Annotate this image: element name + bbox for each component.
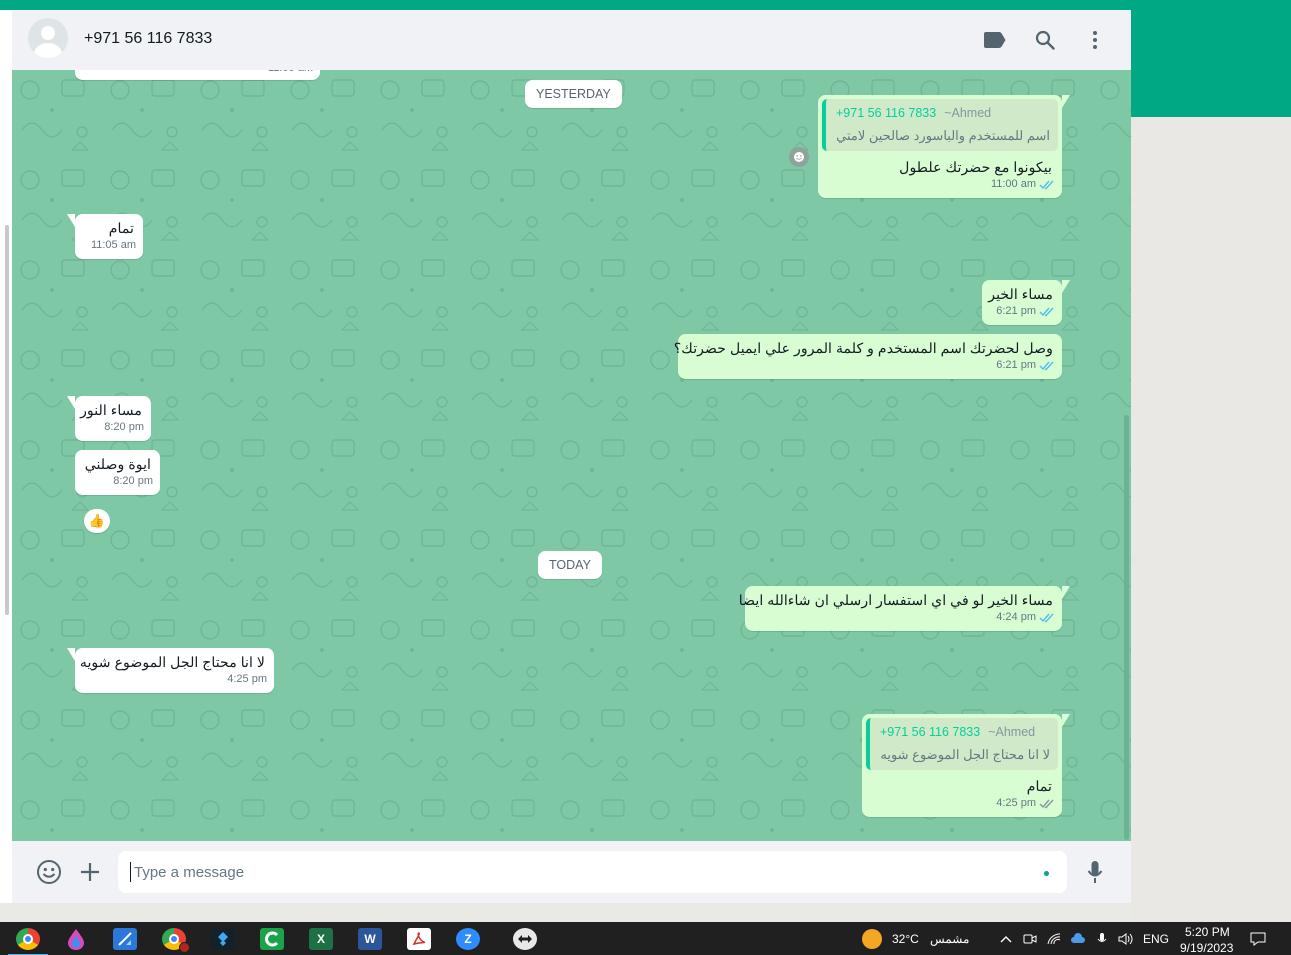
contact-name[interactable]: +971 56 116 7833 [84,30,212,48]
quoted-sender-number: +971 56 116 7833 [880,725,981,739]
message-bubble-incoming[interactable]: لا انا محتاج الجل الموضوع شويه 4:25 pm [67,648,274,693]
message-list-scrollbar[interactable] [1124,415,1129,840]
message-time: 11:00 am [268,70,313,78]
quoted-sender-name: ~Ahmed [988,725,1036,739]
message-list[interactable]: 11:00 am YESTERDAY +971 56 116 7833 ~Ahme… [12,70,1131,841]
message-bubble-incoming[interactable]: تمام 11:05 am [67,214,143,259]
quoted-text: اسم للمستخدم والباسورد صالحين لامتي [836,128,1050,143]
quoted-text: لا انا محتاج الجل الموضوع شويه [880,747,1050,762]
message-time: 11:00 am [990,178,1036,190]
message-bubble-outgoing[interactable]: وصل لحضرتك اسم المستخدم و كلمة المرور عل… [674,334,1062,379]
message-bubble-partial[interactable]: 11:00 am [75,70,320,80]
message-bubble-incoming[interactable]: مساء النور 8:20 pm [67,396,151,441]
search-icon[interactable] [1033,28,1057,52]
weather-temperature[interactable]: 32°C [892,932,919,946]
wifi-icon[interactable] [1046,931,1062,947]
message-time: 4:25 pm [996,797,1036,809]
chat-list-scrollbar[interactable] [5,225,9,615]
date-separator-today: TODAY [538,551,602,579]
clock-date[interactable]: 9/19/2023 [1180,941,1233,955]
mic-icon[interactable] [1082,859,1108,885]
message-time: 8:20 pm [104,421,144,433]
meet-now-icon[interactable] [1022,931,1038,947]
quoted-message[interactable]: +971 56 116 7833 ~Ahmed اسم للمستخدم والب… [822,99,1058,151]
date-separator-yesterday: YESTERDAY [525,80,622,108]
double-check-icon [1039,180,1054,189]
chevron-up-icon[interactable] [998,931,1014,947]
message-bubble-incoming[interactable]: ايوة وصلني 8:20 pm [75,450,160,495]
menu-icon[interactable] [1083,28,1107,52]
paint-3d-icon[interactable] [64,928,88,950]
snip-sketch-icon[interactable] [113,928,137,950]
chat-list-sliver [0,10,12,903]
double-check-icon [1039,613,1054,622]
message-bubble-outgoing[interactable]: مساء الخير لو في اي استفسار ارسلي ان شاء… [739,586,1070,631]
clock-time[interactable]: 5:20 PM [1185,925,1230,939]
microphone-icon[interactable] [1094,931,1110,947]
acrobat-icon[interactable] [407,928,431,950]
message-time: 6:21 pm [996,359,1036,371]
background-right-pane [1131,117,1291,922]
message-time: 4:25 pm [227,673,267,685]
conversation-panel: +971 56 116 7833 YESTERDAY +971 56 116 7… [12,10,1131,903]
cloud-sync-icon[interactable] [1070,931,1086,947]
quoted-message[interactable]: +971 56 116 7833 ~Ahmed لا انا محتاج الجل… [866,718,1058,770]
weather-sun-icon[interactable] [862,929,882,949]
app-icon[interactable] [211,928,235,950]
message-bubble-outgoing[interactable]: مساء الخير 6:21 pm [982,280,1070,325]
thumbs-up-reaction[interactable]: 👍 [84,509,110,533]
zoom-icon[interactable]: Z [456,928,480,950]
quoted-sender-number: +971 56 116 7833 [836,106,937,120]
message-time: 11:05 am [90,239,136,251]
double-check-icon [1039,307,1054,316]
chrome-icon[interactable] [8,928,48,955]
text-caret [130,862,131,882]
volume-icon[interactable] [1118,931,1134,947]
message-bubble-outgoing[interactable]: +971 56 116 7833 ~Ahmed اسم للمستخدم والب… [818,95,1070,198]
double-check-icon [1039,361,1054,370]
input-indicator-dot [1044,871,1049,876]
message-time: 4:24 pm [996,611,1036,623]
message-time: 8:20 pm [113,475,153,487]
message-input[interactable] [118,851,1067,893]
quoted-sender-name: ~Ahmed [944,106,992,120]
notification-icon[interactable] [1250,931,1266,947]
taskbar: X W Z 32°C مشمس ENG 5:20 PM 9/19/2023 [0,922,1291,955]
input-language[interactable]: ENG [1143,932,1169,946]
camtasia-icon[interactable] [260,928,284,950]
emoji-icon[interactable] [36,859,62,885]
double-check-icon [1039,799,1054,808]
chrome-profile-icon[interactable] [162,928,190,953]
excel-icon[interactable]: X [309,928,333,950]
reaction-button[interactable] [789,147,809,167]
plus-icon[interactable] [77,859,103,885]
conversation-header[interactable]: +971 56 116 7833 [12,10,1131,70]
avatar[interactable] [28,18,68,58]
weather-description[interactable]: مشمس [930,932,969,946]
message-time: 6:21 pm [996,305,1036,317]
teamviewer-icon[interactable] [513,928,537,950]
label-icon[interactable] [983,28,1007,52]
word-icon[interactable]: W [358,928,382,950]
composer [12,841,1131,903]
message-bubble-outgoing[interactable]: +971 56 116 7833 ~Ahmed لا انا محتاج الجل… [862,714,1070,817]
